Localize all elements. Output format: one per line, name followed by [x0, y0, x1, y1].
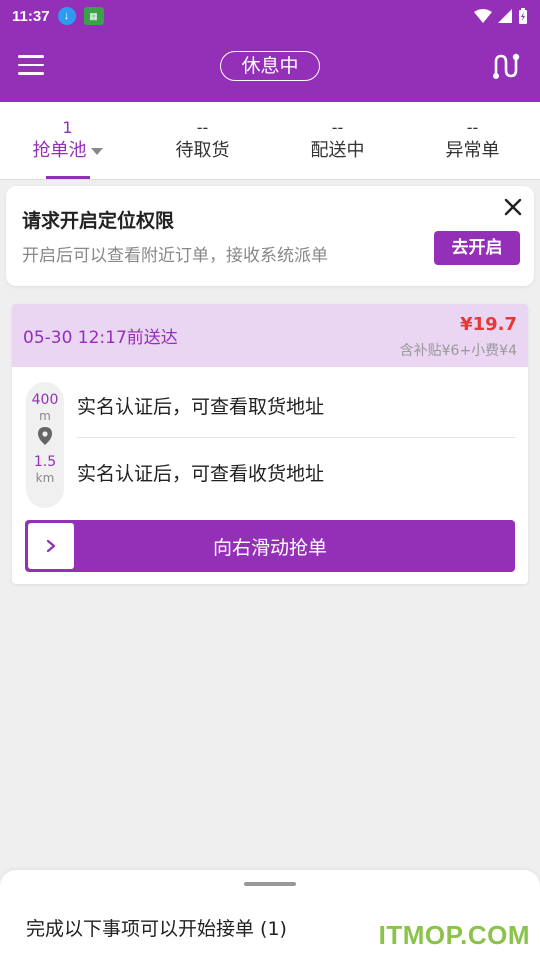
- order-tabs: 1 抢单池 -- 待取货 -- 配送中 -- 异常单: [0, 102, 540, 180]
- tab-label: 配送中: [310, 140, 365, 161]
- caret-down-icon: [90, 147, 103, 155]
- download-icon: ↓: [57, 7, 76, 25]
- app-notification-icon: ▦: [83, 7, 104, 25]
- wifi-icon: [474, 9, 492, 23]
- location-permission-card: 请求开启定位权限 开启后可以查看附近订单，接收系统派单 去开启: [6, 186, 534, 286]
- status-bar: 11:37 ↓ ▦: [0, 0, 540, 32]
- top-bar: 11:37 ↓ ▦ 休息中: [0, 0, 540, 102]
- pickup-distance-unit: m: [39, 409, 51, 423]
- order-subsidy: 含补贴¥6+小费¥4: [399, 343, 517, 359]
- active-tab-indicator: [46, 176, 90, 179]
- signal-icon: [498, 9, 512, 23]
- tab-count: --: [331, 118, 344, 137]
- work-status-toggle[interactable]: 休息中: [220, 51, 320, 81]
- onboarding-message: 完成以下事项可以开始接单 (1): [26, 918, 287, 940]
- delivery-deadline: 05-30 12:17前送达: [23, 328, 178, 348]
- watermark-logo: ITMOP.COM: [378, 920, 530, 950]
- delivery-address: 实名认证后，可查看收货地址: [77, 463, 325, 485]
- tab-label: 待取货: [175, 140, 230, 161]
- permission-title: 请求开启定位权限: [22, 210, 175, 232]
- sheet-drag-handle[interactable]: [244, 882, 296, 886]
- tab-count: --: [196, 118, 209, 137]
- tab-count: 1: [62, 118, 73, 137]
- order-header: 05-30 12:17前送达 ¥19.7 含补贴¥6+小费¥4: [12, 304, 528, 367]
- menu-icon: [18, 55, 44, 58]
- location-pin-icon: [38, 427, 52, 445]
- app-bar: 休息中: [0, 32, 540, 102]
- battery-icon: [519, 8, 527, 24]
- order-card[interactable]: 05-30 12:17前送达 ¥19.7 含补贴¥6+小费¥4 400 m 1.…: [12, 304, 528, 584]
- pickup-distance: 400: [31, 392, 59, 408]
- tab-awaiting-pickup[interactable]: -- 待取货: [135, 102, 270, 179]
- tab-label: 异常单: [445, 140, 500, 161]
- status-time: 11:37: [12, 7, 50, 25]
- delivery-distance-unit: km: [35, 471, 55, 485]
- order-price: ¥19.7: [460, 314, 517, 335]
- address-divider: [77, 437, 516, 438]
- tab-label: 抢单池: [0, 138, 135, 164]
- tab-delivering[interactable]: -- 配送中: [270, 102, 405, 179]
- menu-button[interactable]: [18, 55, 44, 77]
- pickup-address: 实名认证后，可查看取货地址: [77, 396, 325, 418]
- status-icons: [474, 8, 528, 24]
- slider-label: 向右滑动抢单: [212, 537, 327, 559]
- delivery-distance: 1.5: [33, 454, 57, 470]
- distance-indicator: 400 m 1.5 km: [26, 382, 64, 508]
- slide-to-grab-slider[interactable]: 向右滑动抢单: [25, 520, 515, 572]
- enable-location-button[interactable]: 去开启: [434, 231, 520, 265]
- route-icon[interactable]: [490, 52, 520, 80]
- close-icon[interactable]: [502, 196, 524, 218]
- tab-exceptions[interactable]: -- 异常单: [405, 102, 540, 179]
- permission-description: 开启后可以查看附近订单，接收系统派单: [22, 246, 328, 266]
- tab-count: --: [466, 118, 479, 137]
- tab-grab-pool[interactable]: 1 抢单池: [0, 102, 135, 179]
